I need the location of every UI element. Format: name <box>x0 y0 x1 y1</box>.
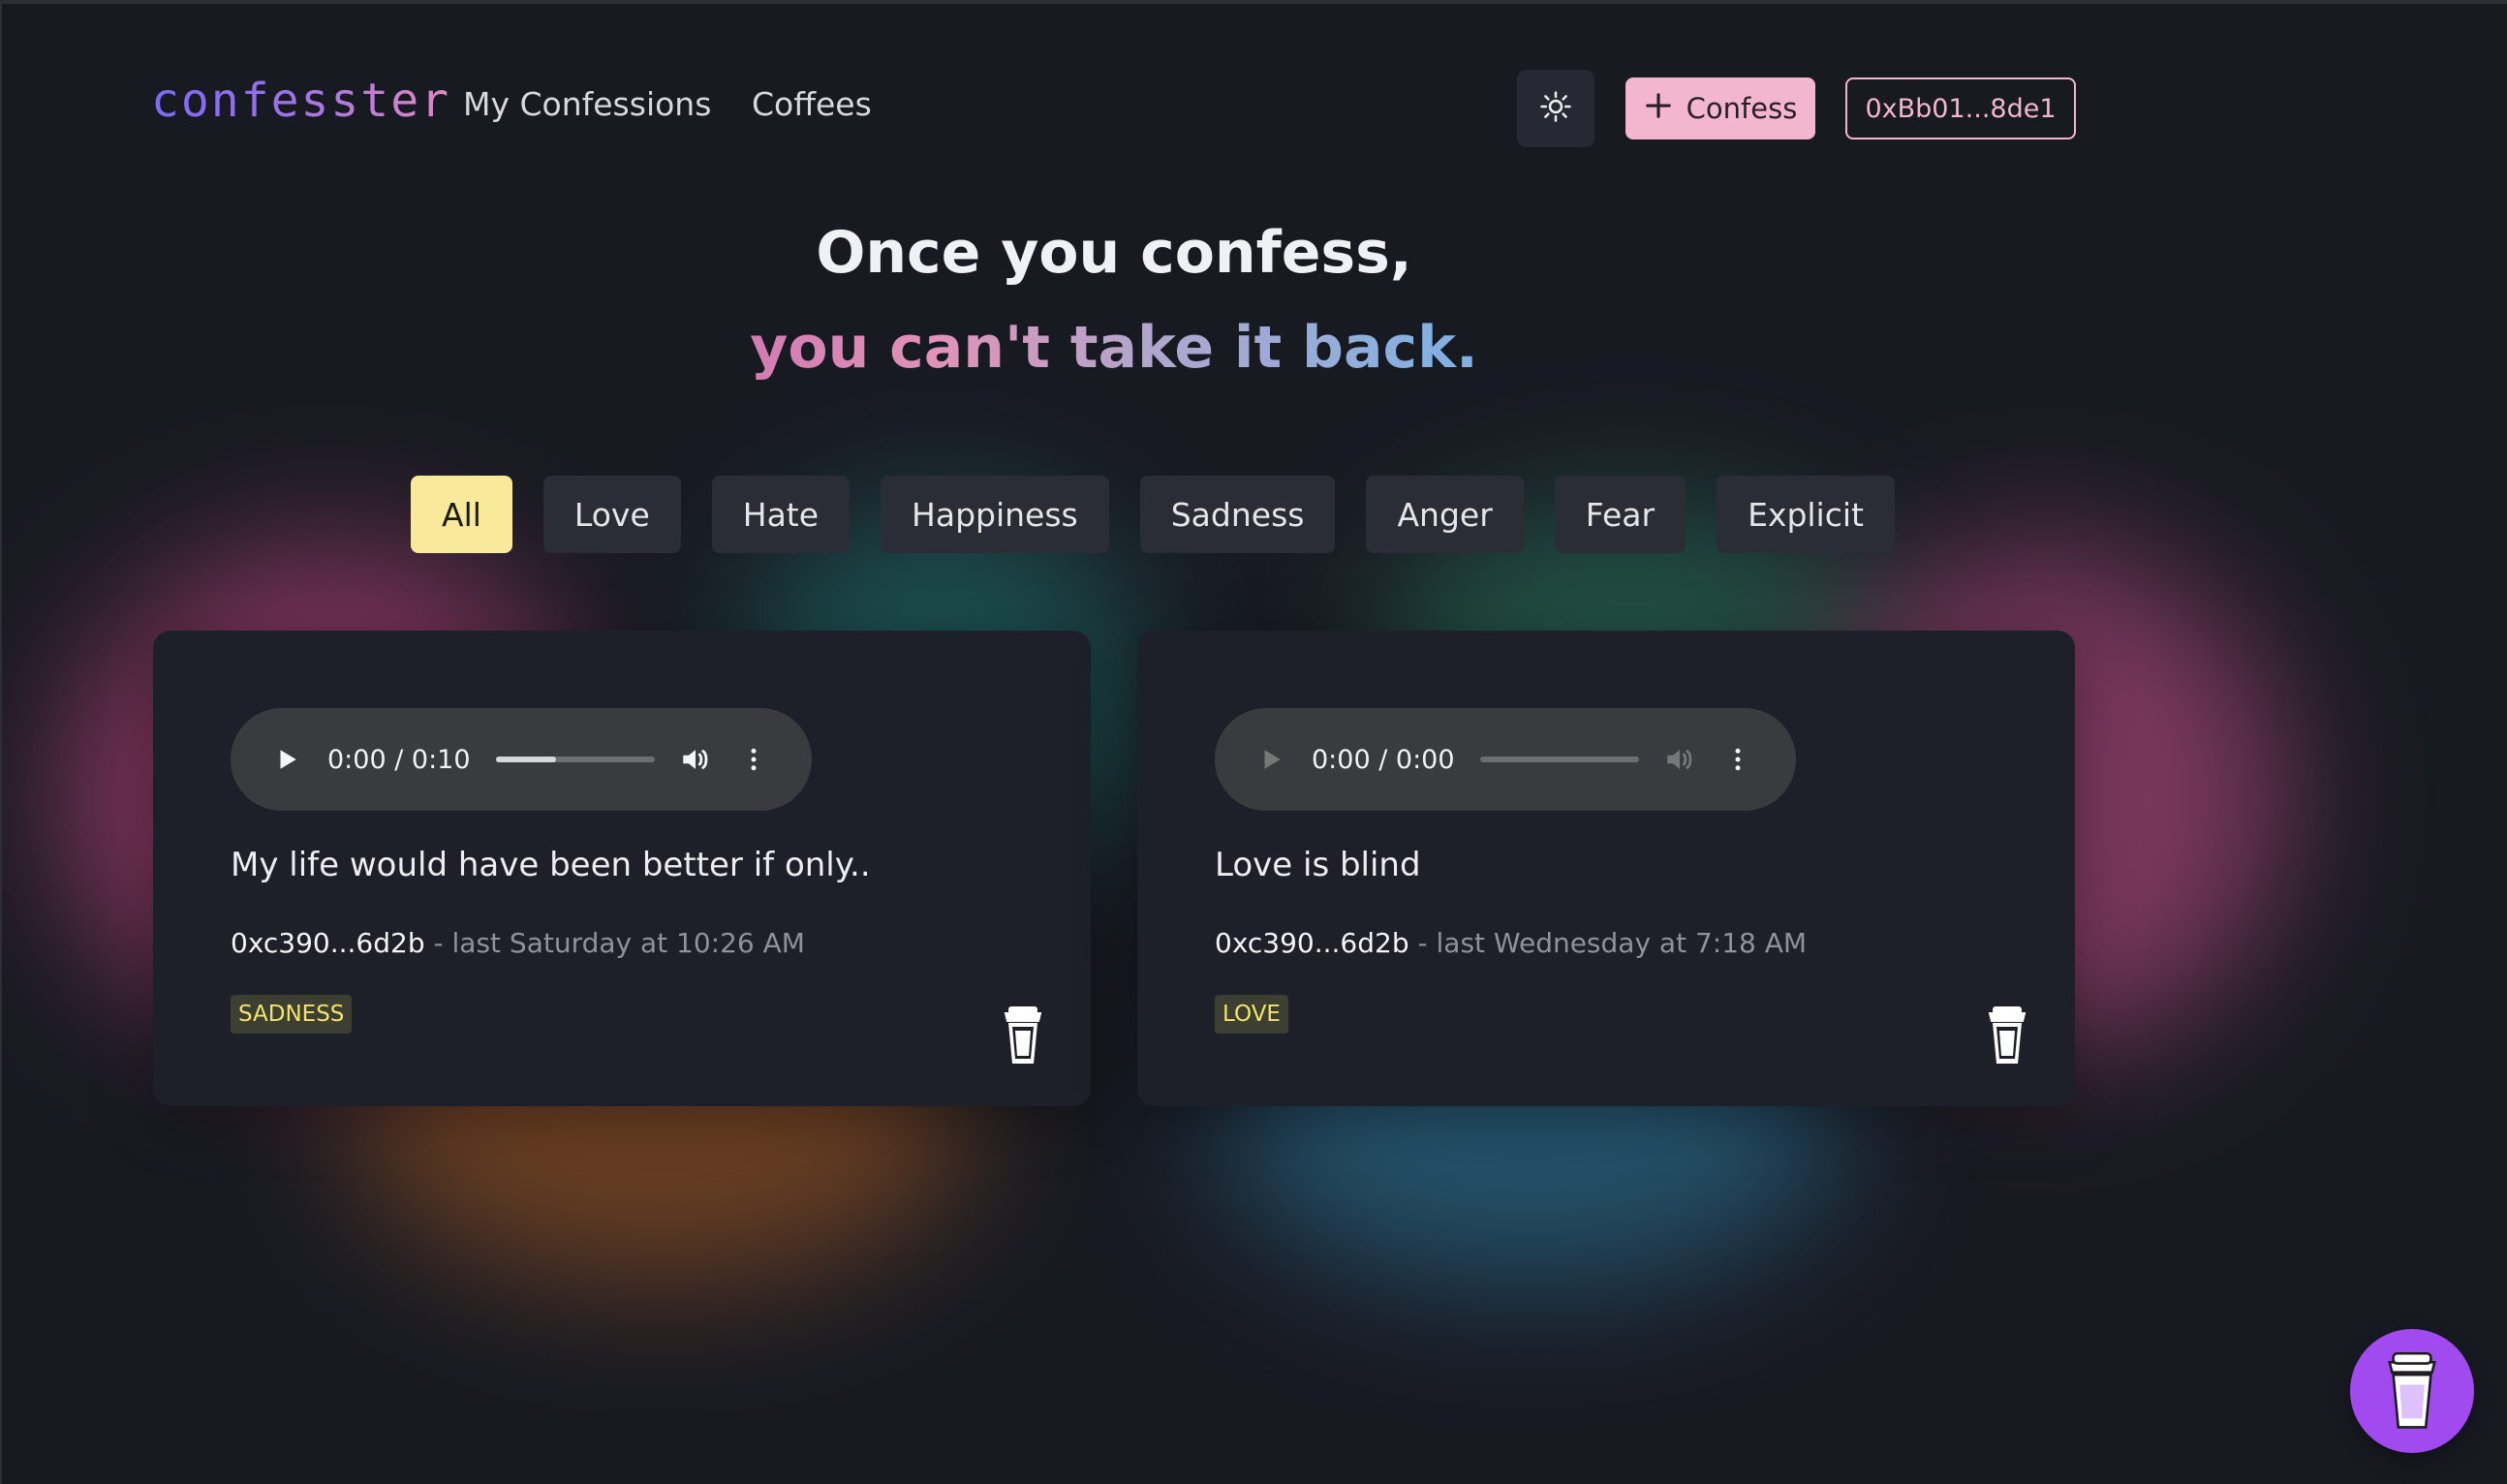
filter-happiness[interactable]: Happiness <box>881 476 1109 553</box>
category-tag: LOVE <box>1215 995 1288 1034</box>
audio-time: 0:00 / 0:00 <box>1312 744 1455 775</box>
filter-anger[interactable]: Anger <box>1366 476 1524 553</box>
confess-label: Confess <box>1686 92 1798 125</box>
nav-coffees[interactable]: Coffees <box>752 85 872 123</box>
author-address[interactable]: 0xc390...6d2b <box>1215 927 1409 959</box>
hero-gradient-text: you can't take it back. <box>750 314 1478 382</box>
coffee-cup-icon[interactable] <box>1000 1004 1046 1067</box>
confession-text: Love is blind <box>1215 846 1421 884</box>
more-options-icon[interactable] <box>736 742 771 777</box>
audio-player: 0:00 / 0:10 <box>231 708 812 811</box>
audio-time: 0:00 / 0:10 <box>327 744 471 775</box>
buy-coffee-floating-button[interactable] <box>2350 1329 2474 1453</box>
timestamp: - last Wednesday at 7:18 AM <box>1408 927 1808 959</box>
filter-hate[interactable]: Hate <box>711 476 851 553</box>
filter-explicit[interactable]: Explicit <box>1717 476 1895 553</box>
logo[interactable]: confesster <box>151 74 450 128</box>
confession-text: My life would have been better if only.. <box>231 846 871 884</box>
app-window: confesster My Confessions Coffees Confes… <box>0 0 2507 1484</box>
play-icon[interactable] <box>269 742 304 777</box>
confession-meta: 0xc390...6d2b - last Saturday at 10:26 A… <box>231 927 805 959</box>
filter-sadness[interactable]: Sadness <box>1139 476 1336 553</box>
audio-progress-fill <box>496 757 557 762</box>
category-tag: SADNESS <box>231 995 353 1034</box>
confess-button[interactable]: Confess <box>1625 77 1815 139</box>
play-icon[interactable] <box>1254 742 1288 777</box>
confession-card: 0:00 / 0:00 Love is blind 0xc390...6d2b … <box>1137 631 2075 1106</box>
volume-icon[interactable] <box>678 742 713 777</box>
timestamp: - last Saturday at 10:26 AM <box>424 927 805 959</box>
hero-subheading: you can't take it back. <box>2 314 2226 382</box>
confession-card: 0:00 / 0:10 My life would have been bett… <box>153 631 1091 1106</box>
audio-progress-slider[interactable] <box>1480 757 1639 762</box>
coffee-cup-icon[interactable] <box>1984 1004 2030 1067</box>
filter-all[interactable]: All <box>411 476 512 553</box>
more-options-icon[interactable] <box>1720 742 1755 777</box>
audio-progress-slider[interactable] <box>496 757 655 762</box>
theme-toggle-button[interactable] <box>1517 70 1594 147</box>
category-filters: All Love Hate Happiness Sadness Anger Fe… <box>411 476 1895 553</box>
sun-icon <box>1539 90 1572 127</box>
coffee-cup-icon <box>2388 1351 2436 1429</box>
plus-icon <box>1644 91 1673 127</box>
author-address[interactable]: 0xc390...6d2b <box>231 927 425 959</box>
filter-fear[interactable]: Fear <box>1554 476 1687 553</box>
confession-meta: 0xc390...6d2b - last Wednesday at 7:18 A… <box>1215 927 1807 959</box>
wallet-address-button[interactable]: 0xBb01...8de1 <box>1845 77 2076 139</box>
audio-player: 0:00 / 0:00 <box>1215 708 1796 811</box>
volume-icon[interactable] <box>1662 742 1697 777</box>
hero-heading: Once you confess, <box>816 219 1412 287</box>
nav-my-confessions[interactable]: My Confessions <box>463 85 711 123</box>
filter-love[interactable]: Love <box>542 476 681 553</box>
